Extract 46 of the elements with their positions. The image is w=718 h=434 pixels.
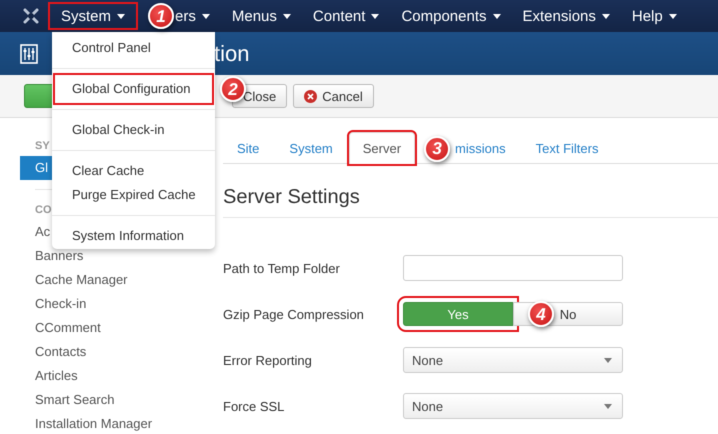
- nav-menu-item[interactable]: Menus: [220, 4, 302, 28]
- sidebar-item[interactable]: CComment: [20, 316, 200, 340]
- sidebar-item[interactable]: Check-in: [20, 292, 200, 316]
- caret-icon: [117, 14, 126, 18]
- sidebar-item[interactable]: Smart Search: [20, 388, 200, 412]
- sidebar-item[interactable]: Cache Manager: [20, 268, 200, 292]
- caret-icon: [604, 404, 612, 408]
- menu-item[interactable]: System Information: [52, 224, 215, 248]
- caret-icon: [202, 14, 210, 18]
- input-field[interactable]: [403, 255, 623, 281]
- cancel-button[interactable]: Cancel: [293, 84, 374, 108]
- nav-menu-item[interactable]: Content: [302, 4, 390, 28]
- menu-item[interactable]: Global Check-in: [52, 118, 215, 142]
- field-label: Error Reporting: [223, 352, 313, 368]
- tab[interactable]: Site: [223, 132, 274, 164]
- tab[interactable]: missions: [451, 132, 520, 164]
- caret-icon: [492, 14, 500, 18]
- menu-item[interactable]: Purge Expired Cache: [52, 183, 215, 207]
- step-badge: 1: [148, 3, 174, 29]
- tab[interactable]: System: [275, 132, 347, 164]
- sidebar-item[interactable]: Contacts: [20, 340, 200, 364]
- menu-item[interactable]: Clear Cache: [52, 159, 215, 183]
- sidebar-item[interactable]: Articles: [20, 364, 200, 388]
- section-title: Server Settings: [223, 186, 718, 218]
- menu-item[interactable]: Control Panel: [52, 36, 215, 60]
- nav-menu-item[interactable]: Help: [620, 4, 688, 28]
- nav-menu-item[interactable]: Extensions: [512, 4, 621, 28]
- page-title: tion: [214, 40, 250, 66]
- field-label: Gzip Page Compression: [223, 306, 365, 322]
- caret-icon: [371, 14, 380, 18]
- step-badge: 3: [424, 136, 450, 162]
- caret-icon: [604, 358, 612, 362]
- select-field[interactable]: None: [403, 393, 623, 419]
- nav-menu-item[interactable]: Components: [390, 4, 512, 28]
- sidebar-heading: CO: [34, 203, 52, 218]
- sidebar-heading: SY: [34, 139, 51, 154]
- caret-icon: [602, 14, 610, 18]
- close-icon: [304, 90, 318, 102]
- field-label: Path to Temp Folder: [223, 260, 341, 276]
- caret-icon: [282, 14, 291, 18]
- tab[interactable]: Text Filters: [522, 132, 612, 164]
- select-field[interactable]: None: [403, 347, 623, 373]
- caret-icon: [668, 14, 677, 18]
- sidebar-item[interactable]: Installation Manager: [20, 412, 200, 434]
- field-label: Force SSL: [223, 398, 286, 414]
- sliders-icon: [20, 44, 38, 64]
